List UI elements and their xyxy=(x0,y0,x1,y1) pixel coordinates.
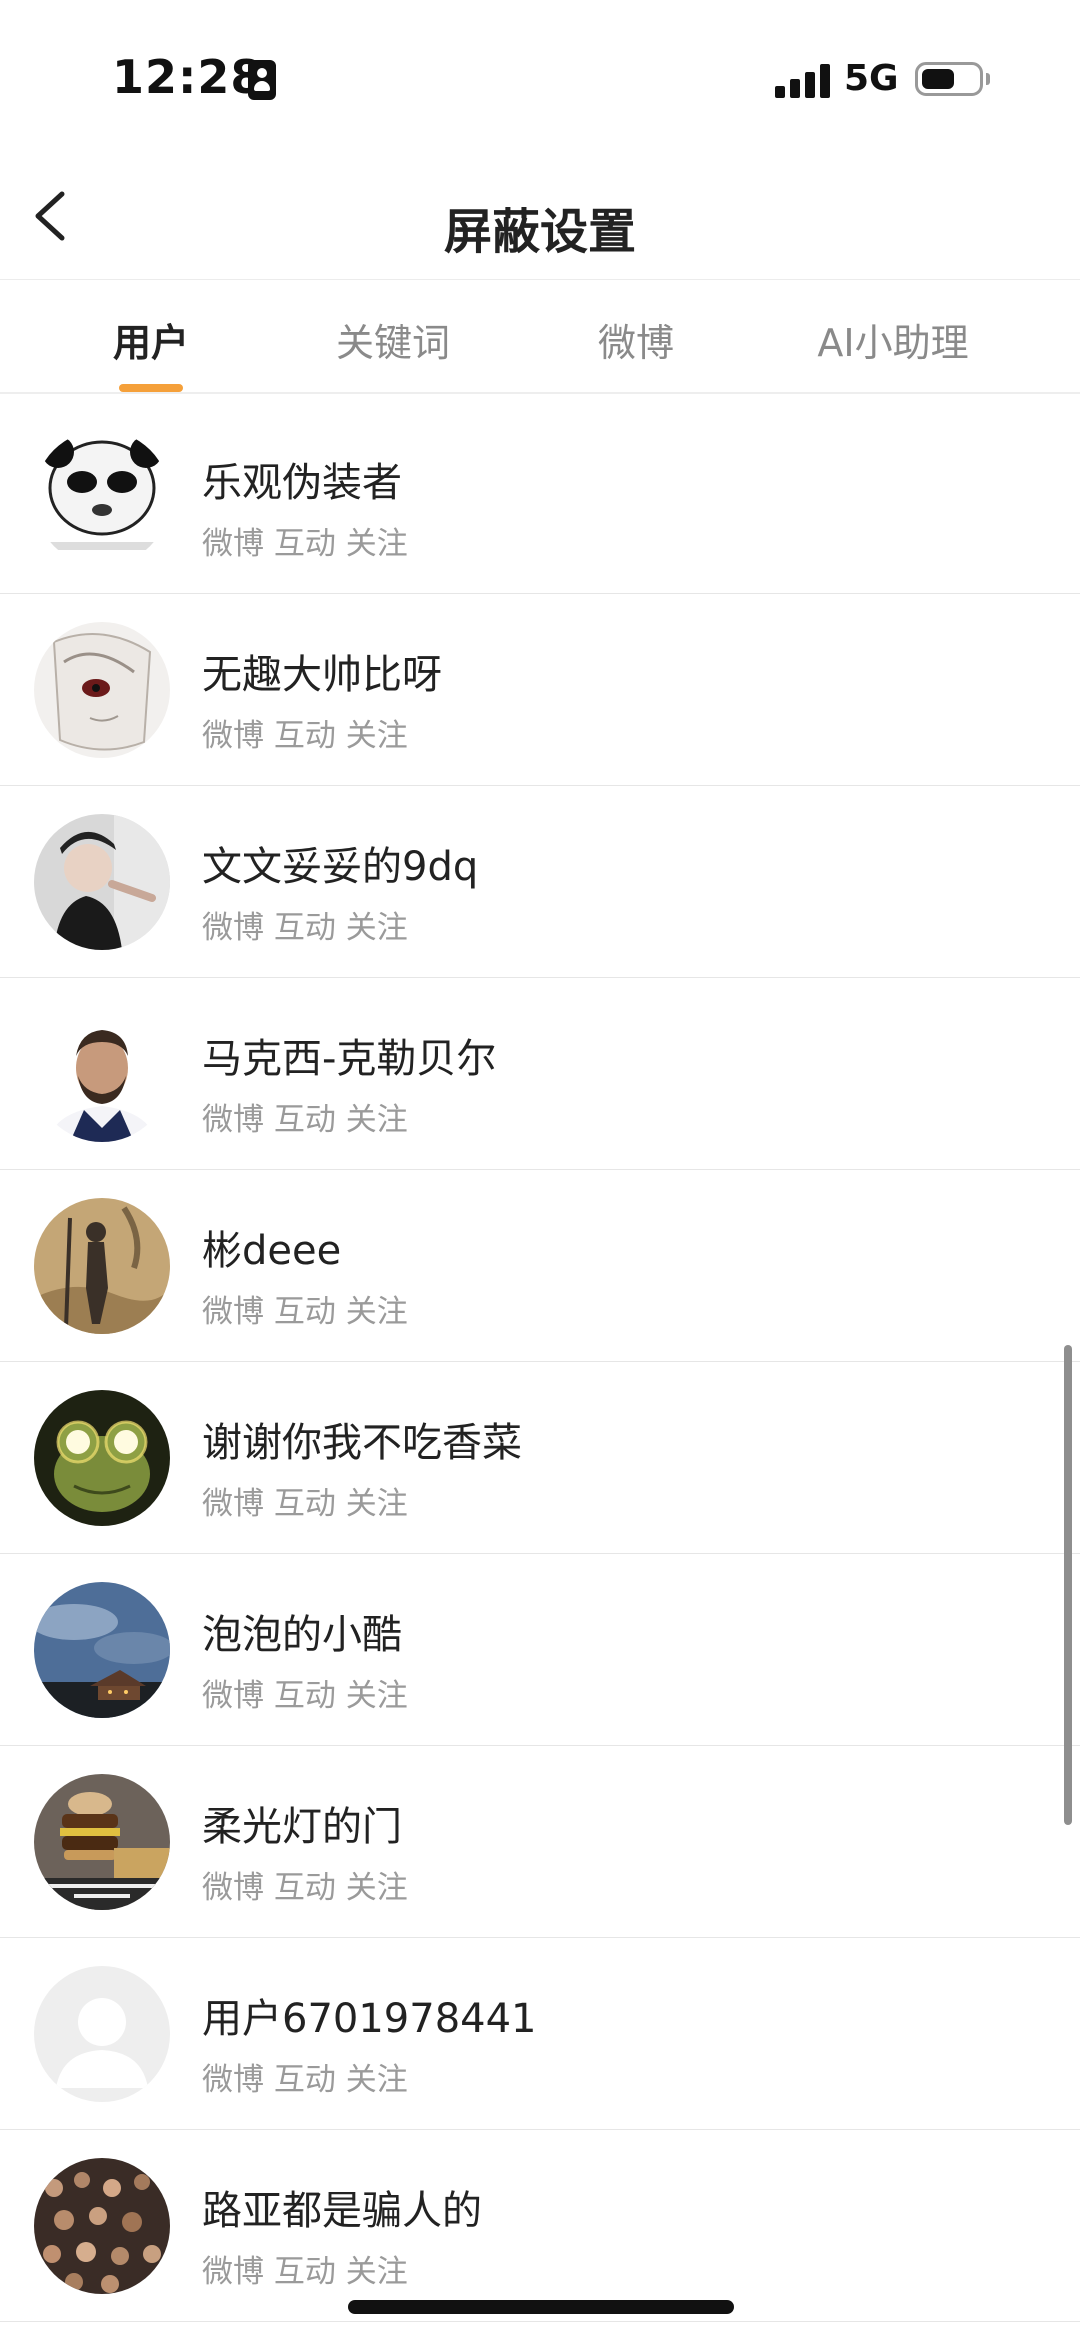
user-name: 用户6701978441 xyxy=(202,1996,537,2042)
list-item[interactable]: 彬deee 微博 互动 关注 xyxy=(0,1170,1080,1362)
user-name: 路亚都是骗人的 xyxy=(202,2188,482,2234)
block-scope-text: 微博 互动 关注 xyxy=(202,1870,408,1906)
battery-icon xyxy=(915,62,983,96)
user-name: 马克西-克勒贝尔 xyxy=(202,1036,497,1082)
default-user-avatar xyxy=(34,1966,170,2102)
tab-keywords[interactable]: 关键词 xyxy=(336,312,450,367)
status-bar: 12:28 5G xyxy=(0,0,1080,150)
tab-weibo[interactable]: 微博 xyxy=(598,312,674,367)
tab-users[interactable]: 用户 xyxy=(113,312,189,367)
user-name: 文文妥妥的9dq xyxy=(202,844,479,890)
list-item[interactable]: 泡泡的小酷 微博 互动 关注 xyxy=(0,1554,1080,1746)
user-name: 谢谢你我不吃香菜 xyxy=(202,1420,522,1466)
list-item[interactable]: 柔光灯的门 微博 互动 关注 xyxy=(0,1746,1080,1938)
block-scope-text: 微博 互动 关注 xyxy=(202,910,408,946)
panda-meme-avatar xyxy=(34,430,170,566)
player-portrait-avatar xyxy=(34,1006,170,1142)
home-indicator[interactable] xyxy=(348,2300,734,2314)
list-item[interactable]: 谢谢你我不吃香菜 微博 互动 关注 xyxy=(0,1362,1080,1554)
page-title: 屏蔽设置 xyxy=(443,204,636,260)
user-name: 乐观伪装者 xyxy=(202,460,402,506)
block-scope-text: 微博 互动 关注 xyxy=(202,1678,408,1714)
list-item[interactable]: 文文妥妥的9dq 微博 互动 关注 xyxy=(0,786,1080,978)
person-photo-avatar xyxy=(34,814,170,950)
tab-ai-assistant[interactable]: AI小助理 xyxy=(817,312,968,367)
battery-fill xyxy=(922,69,954,89)
blocked-user-list: 乐观伪装者 微博 互动 关注 无趣大帅比呀 微博 互动 关注 文文妥妥的9dq … xyxy=(0,402,1080,2322)
block-scope-text: 微博 互动 关注 xyxy=(202,1486,408,1522)
sketch-face-avatar xyxy=(34,622,170,758)
active-tab-indicator xyxy=(119,384,183,392)
battery-cap xyxy=(986,73,990,85)
block-scope-text: 微博 互动 关注 xyxy=(202,2254,408,2290)
user-name: 泡泡的小酷 xyxy=(202,1612,402,1658)
screen: 12:28 5G 屏蔽设置 用户 关键词 微博 AI小助理 乐观伪装者 微博 互… xyxy=(0,0,1080,2342)
user-name: 彬deee xyxy=(202,1228,342,1274)
list-item[interactable]: 路亚都是骗人的 微博 互动 关注 xyxy=(0,2130,1080,2322)
list-item[interactable]: 无趣大帅比呀 微博 互动 关注 xyxy=(0,594,1080,786)
crowd-photo-avatar xyxy=(34,2158,170,2294)
list-item[interactable]: 用户6701978441 微博 互动 关注 xyxy=(0,1938,1080,2130)
scrollbar[interactable] xyxy=(1064,1345,1072,1825)
list-item[interactable]: 马克西-克勒贝尔 微博 互动 关注 xyxy=(0,978,1080,1170)
nav-bar: 屏蔽设置 xyxy=(0,150,1080,280)
block-scope-text: 微博 互动 关注 xyxy=(202,1294,408,1330)
signal-icon xyxy=(775,64,831,98)
shadow-photo-avatar xyxy=(34,1198,170,1334)
frog-avatar xyxy=(34,1390,170,1526)
block-scope-text: 微博 互动 关注 xyxy=(202,718,408,754)
user-name: 柔光灯的门 xyxy=(202,1804,402,1850)
tab-bar: 用户 关键词 微博 AI小助理 xyxy=(0,282,1080,394)
network-label: 5G xyxy=(844,58,899,99)
sky-photo-avatar xyxy=(34,1582,170,1718)
block-scope-text: 微博 互动 关注 xyxy=(202,2062,408,2098)
block-scope-text: 微博 互动 关注 xyxy=(202,526,408,562)
list-item[interactable]: 乐观伪装者 微博 互动 关注 xyxy=(0,402,1080,594)
burger-meme-avatar xyxy=(34,1774,170,1910)
user-name: 无趣大帅比呀 xyxy=(202,652,442,698)
block-scope-text: 微博 互动 关注 xyxy=(202,1102,408,1138)
status-time: 12:28 xyxy=(112,50,264,104)
contact-card-icon xyxy=(248,60,276,100)
